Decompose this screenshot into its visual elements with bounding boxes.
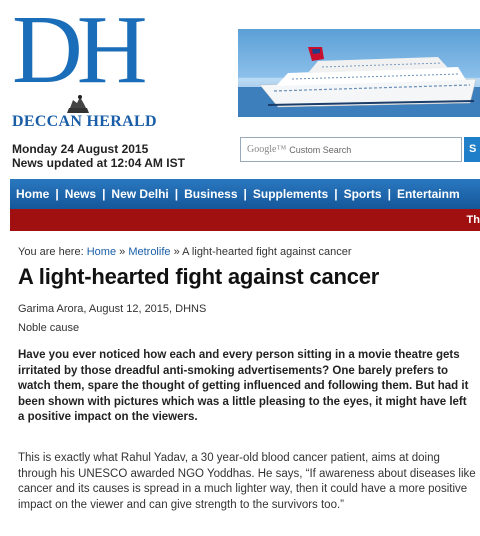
nav-item-business[interactable]: Business	[178, 187, 243, 201]
main-navigation: Home | News | New Delhi | Business | Sup…	[10, 179, 480, 209]
breadcrumb-prefix: You are here:	[18, 246, 84, 258]
article-title: A light-hearted fight against cancer	[18, 264, 380, 289]
nav-item-home[interactable]: Home	[10, 187, 55, 201]
breadcrumb-home-link[interactable]: Home	[87, 246, 116, 258]
search-button[interactable]: S	[464, 137, 480, 162]
search-placeholder: Custom Search	[289, 144, 352, 155]
dh-logo[interactable]: DH	[12, 1, 148, 99]
update-time: News updated at 12:04 AM IST	[12, 156, 185, 170]
article-lead-paragraph: Have you ever noticed how each and every…	[18, 349, 469, 423]
deccan-herald-emblem-icon	[67, 95, 89, 113]
article-subhead: Noble cause	[18, 322, 80, 334]
news-ticker[interactable]: Th	[10, 209, 480, 231]
date-line: Monday 24 August 2015 News updated at 12…	[12, 142, 185, 170]
nav-item-sports[interactable]: Sports	[338, 187, 388, 201]
current-date: Monday 24 August 2015	[12, 142, 149, 156]
paper-name: DECCAN HERALD	[12, 113, 157, 130]
cruise-ship-illustration	[238, 47, 480, 117]
breadcrumb: You are here: Home » Metrolife » A light…	[18, 246, 352, 258]
article-body-paragraph: This is exactly what Rahul Yadav, a 30 y…	[18, 452, 476, 511]
google-logo: Google™	[247, 144, 287, 155]
nav-item-news[interactable]: News	[59, 187, 102, 201]
custom-search-input[interactable]: Google™ Custom Search	[240, 137, 462, 162]
ticker-text: Th	[466, 214, 480, 226]
breadcrumb-current: A light-hearted fight against cancer	[182, 246, 352, 258]
breadcrumb-metrolife-link[interactable]: Metrolife	[128, 246, 170, 258]
article-byline: Garima Arora, August 12, 2015, DHNS	[18, 303, 207, 315]
breadcrumb-separator: »	[173, 246, 180, 258]
nav-item-new-delhi[interactable]: New Delhi	[105, 187, 174, 201]
nav-item-supplements[interactable]: Supplements	[247, 187, 334, 201]
cruise-ship-ad-banner[interactable]	[238, 29, 480, 117]
breadcrumb-separator: »	[119, 246, 126, 258]
nav-item-entertainment[interactable]: Entertainm	[391, 187, 466, 201]
